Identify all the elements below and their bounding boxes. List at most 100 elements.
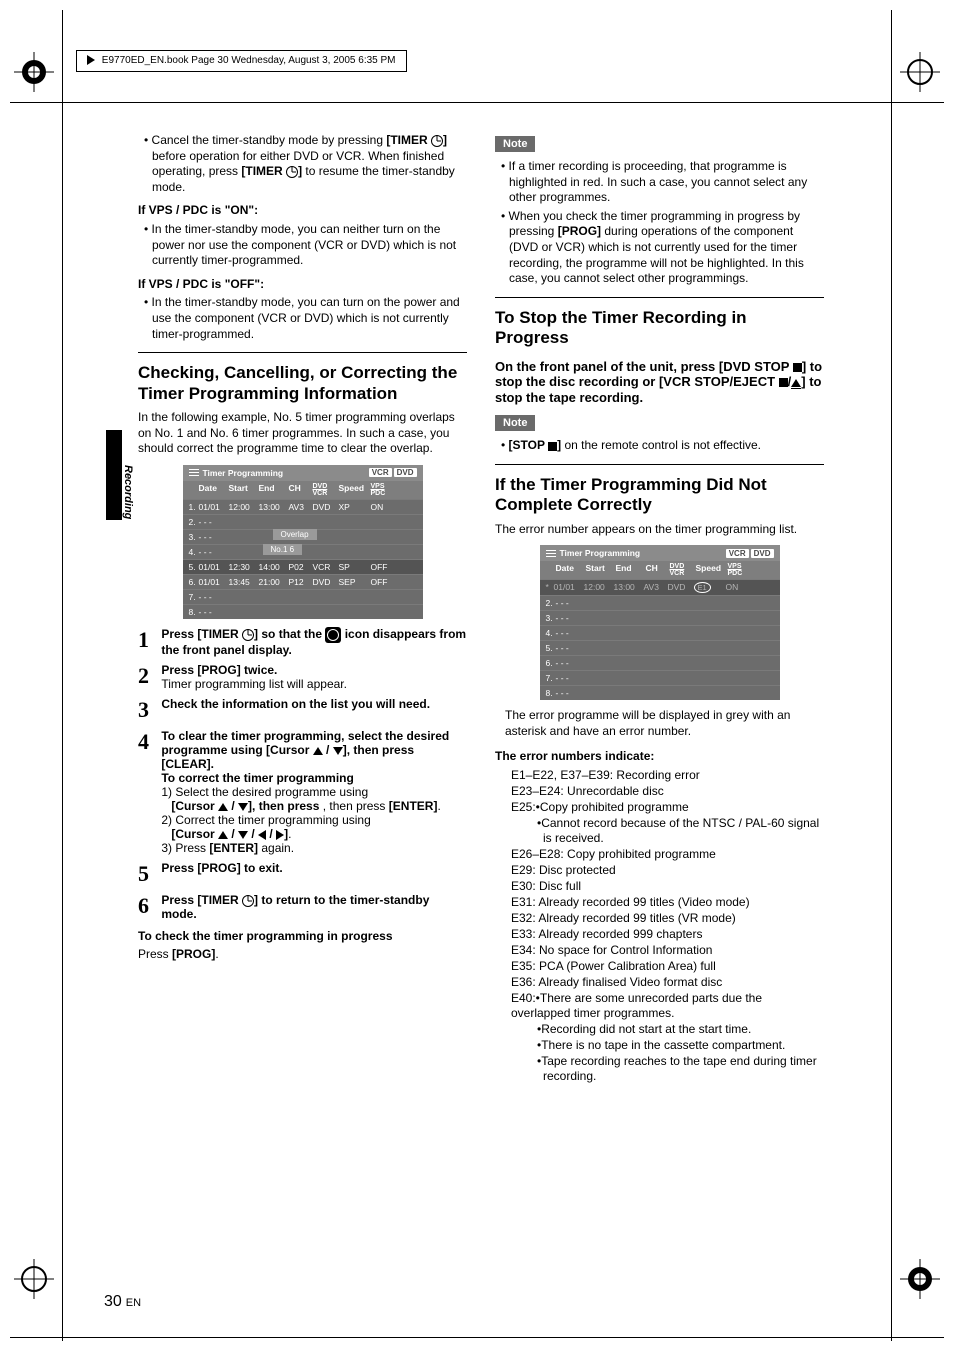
stop-icon: [548, 442, 557, 451]
col-speed: Speed: [337, 483, 369, 497]
section-body: In the following example, No. 5 timer pr…: [138, 410, 467, 457]
tp-row: 1.01/0112:0013:00AV3DVDXPON: [183, 499, 423, 514]
error-list: E1–E22, E37–E39: Recording error E23–E24…: [495, 768, 824, 1084]
cursor-left-icon: [258, 830, 266, 840]
step-number: 5: [138, 861, 158, 887]
tp-row: 3.- - -: [540, 610, 780, 625]
tp-row: 8.- - -: [183, 604, 423, 619]
error-item: E29: Disc protected: [511, 863, 824, 878]
error-item: E31: Already recorded 99 titles (Video m…: [511, 895, 824, 910]
divider: [495, 297, 824, 298]
error-panel-caption: The error programme will be displayed in…: [495, 708, 824, 739]
col-vps-pdc: VPSPDC: [369, 483, 393, 497]
error-numbers-heading: The error numbers indicate:: [495, 749, 824, 765]
timer-icon-inverted: [325, 627, 341, 643]
list-icon: [189, 469, 199, 477]
tp-row: 2.- - -: [183, 514, 423, 529]
col-start: Start: [227, 483, 257, 497]
tp-row-highlight: 5.01/0112:3014:00P02VCRSPOFF: [183, 559, 423, 574]
crop-line-top: [10, 102, 944, 103]
error-item-sub: •Cannot record because of the NTSC / PAL…: [511, 816, 824, 846]
vcr-badge: VCR: [726, 549, 749, 558]
tp-row: 4.- - -: [540, 625, 780, 640]
check-progress-heading: To check the timer programming in progre…: [138, 929, 467, 945]
vps-off-body: In the timer-standby mode, you can turn …: [138, 295, 467, 342]
book-metadata-text: E9770ED_EN.book Page 30 Wednesday, Augus…: [102, 55, 396, 66]
tp-row: 7.- - -: [183, 589, 423, 604]
timer-programming-panel-error: Timer Programming VCR DVD Date Start End…: [540, 545, 780, 700]
vps-off-heading: If VPS / PDC is "OFF":: [138, 277, 467, 293]
error-item: E26–E28: Copy prohibited programme: [511, 847, 824, 862]
step-1: 1 Press [TIMER ] so that the icon disapp…: [138, 627, 467, 657]
cursor-up-icon: [313, 747, 323, 755]
vcr-badge: VCR: [369, 468, 392, 477]
crop-mark-tr: [900, 52, 940, 92]
step-number: 2: [138, 663, 158, 689]
step-number: 4: [138, 729, 158, 755]
error-item: E1–E22, E37–E39: Recording error: [511, 768, 824, 783]
error-item: E34: No space for Control Information: [511, 943, 824, 958]
step-number: 6: [138, 893, 158, 919]
stop-icon: [793, 363, 802, 372]
step-3: 3 Check the information on the list you …: [138, 697, 467, 723]
error-item: E36: Already finalised Video format disc: [511, 975, 824, 990]
vps-on-body: In the timer-standby mode, you can neith…: [138, 222, 467, 269]
error-item: E23–E24: Unrecordable disc: [511, 784, 824, 799]
error-item: E30: Disc full: [511, 879, 824, 894]
stop-icon: [779, 378, 788, 387]
error-item: E35: PCA (Power Calibration Area) full: [511, 959, 824, 974]
cursor-up-icon: [218, 803, 228, 811]
bookmark-icon: [87, 55, 95, 65]
left-column: Cancel the timer-standby mode by pressin…: [138, 130, 467, 1085]
timer-icon: [242, 629, 254, 641]
step-4: 4 To clear the timer programming, select…: [138, 729, 467, 855]
note-item: [STOP ] on the remote control is not eff…: [495, 438, 824, 454]
list-icon: [546, 550, 556, 558]
col-date: Date: [197, 483, 227, 497]
crop-mark-bl: [14, 1259, 54, 1299]
cursor-down-icon: [333, 747, 343, 755]
error-item-sub: •There is no tape in the cassette compar…: [511, 1038, 824, 1053]
tp-title: Timer Programming: [560, 548, 641, 558]
tp-row: 3.- - -Overlap: [183, 529, 423, 544]
tp-row: 6.- - -: [540, 655, 780, 670]
col-ch: CH: [287, 483, 311, 497]
crop-line-left: [62, 10, 63, 1341]
step-5: 5 Press [PROG] to exit.: [138, 861, 467, 887]
tp-row: 6.01/0113:4521:00P12DVDSEPOFF: [183, 574, 423, 589]
col-dvd-vcr: DVDVCR: [311, 483, 337, 497]
book-metadata: E9770ED_EN.book Page 30 Wednesday, Augus…: [76, 50, 407, 72]
note-badge: Note: [495, 415, 535, 431]
error-intro: The error number appears on the timer pr…: [495, 522, 824, 538]
crop-line-right: [891, 10, 892, 1341]
ref-tag: No.1 6: [263, 544, 303, 555]
error-item: E25:•Copy prohibited programme: [511, 800, 824, 815]
tp-row: 8.- - -: [540, 685, 780, 700]
section-heading-stop: To Stop the Timer Recording in Progress: [495, 308, 824, 349]
tp-row: 4.- - -No.1 6: [183, 544, 423, 559]
check-progress-body: Press [PROG].: [138, 947, 467, 963]
timer-programming-panel: Timer Programming VCR DVD Date Start End…: [183, 465, 423, 619]
col-end: End: [257, 483, 287, 497]
crop-mark-br: [900, 1259, 940, 1299]
section-heading-error: If the Timer Programming Did Not Complet…: [495, 475, 824, 516]
note-item: When you check the timer programming in …: [495, 209, 824, 287]
section-tab-label: Recording: [122, 465, 134, 519]
section-heading-check-cancel: Checking, Cancelling, or Correcting the …: [138, 363, 467, 404]
error-item-sub: •Recording did not start at the start ti…: [511, 1022, 824, 1037]
cursor-down-icon: [238, 803, 248, 811]
divider: [495, 464, 824, 465]
step-6: 6 Press [TIMER ] to return to the timer-…: [138, 893, 467, 921]
cursor-right-icon: [276, 830, 284, 840]
timer-icon: [431, 135, 443, 147]
dvd-badge: DVD: [751, 549, 774, 558]
stop-instructions: On the front panel of the unit, press [D…: [495, 359, 824, 406]
divider: [138, 352, 467, 353]
step-number: 1: [138, 627, 158, 653]
tp-row: 5.- - -: [540, 640, 780, 655]
error-code: E1: [694, 582, 711, 593]
note-badge: Note: [495, 136, 535, 152]
overlap-tag: Overlap: [273, 529, 317, 540]
right-column: Note If a timer recording is proceeding,…: [495, 130, 824, 1085]
error-item: E40:•There are some unrecorded parts due…: [511, 991, 824, 1021]
